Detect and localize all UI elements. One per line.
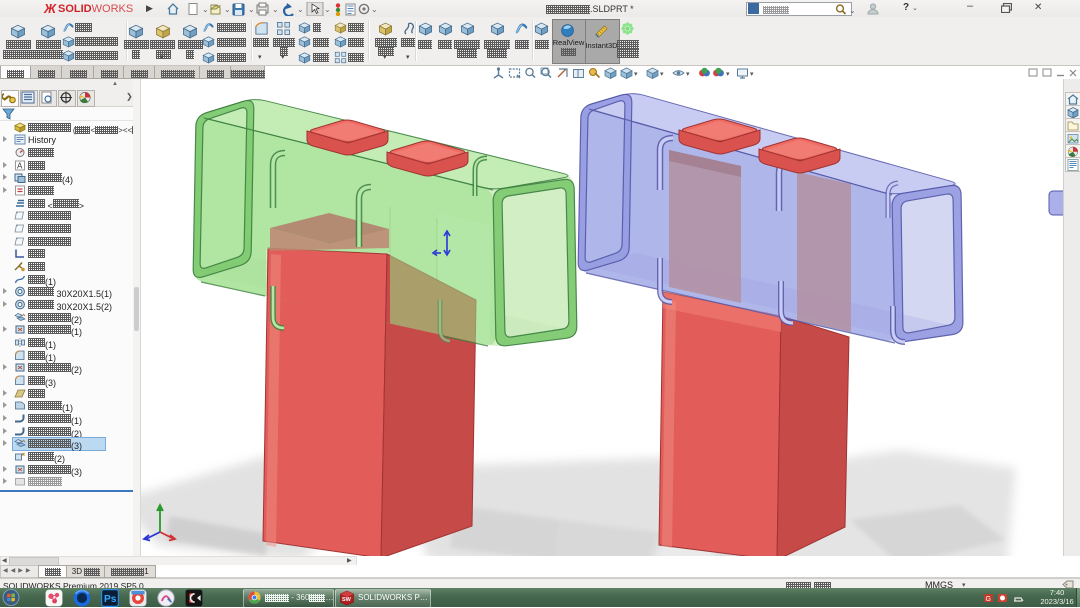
svg-text:⌄: ⌄	[224, 5, 231, 14]
svg-text:⌄: ⌄	[324, 5, 331, 14]
svg-text:A: A	[17, 161, 23, 170]
svg-text:G: G	[986, 596, 991, 603]
svg-text:⌄: ⌄	[248, 5, 255, 14]
svg-text:⌄: ⌄	[272, 5, 279, 14]
svg-text:SW: SW	[342, 597, 352, 603]
svg-text:⌄: ⌄	[849, 6, 856, 15]
svg-text:⌄: ⌄	[297, 5, 304, 14]
svg-text:⌄: ⌄	[371, 5, 376, 14]
svg-text:Ps: Ps	[104, 594, 117, 605]
svg-text:⌄: ⌄	[202, 5, 209, 14]
